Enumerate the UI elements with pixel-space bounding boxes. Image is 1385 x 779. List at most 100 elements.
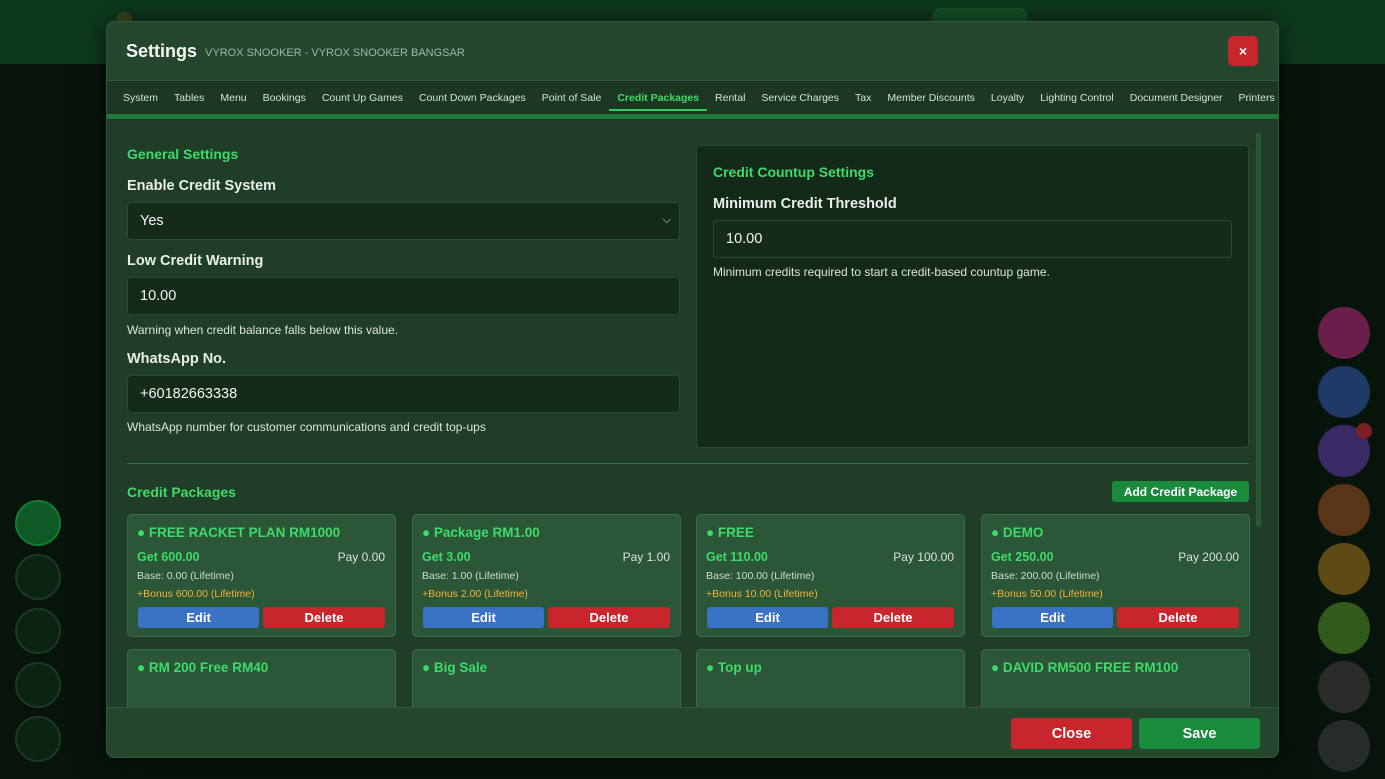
delete-button[interactable]: Delete bbox=[832, 607, 954, 628]
credit-countup-panel: Credit Countup Settings Minimum Credit T… bbox=[696, 145, 1249, 448]
package-card: ● FREE RACKET PLAN RM1000 Get 600.00 Pay… bbox=[127, 514, 396, 637]
package-base: Base: 100.00 (Lifetime) bbox=[706, 570, 815, 582]
tab-count-down-packages[interactable]: Count Down Packages bbox=[411, 81, 534, 114]
tab-system[interactable]: System bbox=[115, 81, 166, 114]
min-credit-help: Minimum credits required to start a cred… bbox=[713, 265, 1050, 279]
min-credit-input[interactable]: 10.00 bbox=[713, 220, 1232, 258]
edit-button[interactable]: Edit bbox=[992, 607, 1113, 628]
credit-packages-title: Credit Packages bbox=[127, 484, 236, 500]
add-credit-package-button[interactable]: Add Credit Package bbox=[1112, 481, 1249, 502]
right-rail-orange-icon[interactable] bbox=[1318, 484, 1370, 536]
right-rail-dark-icon[interactable] bbox=[1318, 720, 1370, 772]
right-rail-yellow-icon[interactable] bbox=[1318, 543, 1370, 595]
package-base: Base: 1.00 (Lifetime) bbox=[422, 570, 519, 582]
package-base: Base: 0.00 (Lifetime) bbox=[137, 570, 234, 582]
package-bonus: +Bonus 50.00 (Lifetime) bbox=[991, 588, 1103, 600]
edit-button[interactable]: Edit bbox=[707, 607, 828, 628]
tab-bookings[interactable]: Bookings bbox=[255, 81, 314, 114]
modal-subtitle: VYROX SNOOKER - VYROX SNOOKER BANGSAR bbox=[205, 46, 465, 59]
package-card: ● Big Sale bbox=[412, 649, 681, 707]
package-name: ● Top up bbox=[706, 660, 762, 675]
low-credit-label: Low Credit Warning bbox=[127, 253, 264, 269]
right-rail-green-icon[interactable] bbox=[1318, 602, 1370, 654]
right-rail-pink-icon[interactable] bbox=[1318, 307, 1370, 359]
package-card: ● RM 200 Free RM40 bbox=[127, 649, 396, 707]
package-base: Base: 200.00 (Lifetime) bbox=[991, 570, 1100, 582]
left-rail-button-4[interactable] bbox=[15, 662, 61, 708]
whatsapp-input[interactable]: +60182663338 bbox=[127, 375, 680, 413]
tab-tax[interactable]: Tax bbox=[847, 81, 879, 114]
left-rail-button-5[interactable] bbox=[15, 716, 61, 762]
tab-rental[interactable]: Rental bbox=[707, 81, 753, 114]
notification-badge bbox=[1356, 423, 1372, 439]
package-name: ● DEMO bbox=[991, 525, 1044, 540]
package-card: ● FREE Get 110.00 Pay 100.00 Base: 100.0… bbox=[696, 514, 965, 637]
whatsapp-value: +60182663338 bbox=[140, 386, 238, 402]
modal-header: Settings VYROX SNOOKER - VYROX SNOOKER B… bbox=[107, 22, 1278, 80]
min-credit-label: Minimum Credit Threshold bbox=[713, 196, 897, 212]
whatsapp-label: WhatsApp No. bbox=[127, 351, 227, 367]
right-rail-gray-icon[interactable] bbox=[1318, 661, 1370, 713]
credit-packages-content: General Settings Enable Credit System Ye… bbox=[107, 119, 1278, 707]
package-card: ● Package RM1.00 Get 3.00 Pay 1.00 Base:… bbox=[412, 514, 681, 637]
package-pay: Pay 1.00 bbox=[622, 550, 670, 564]
package-pay: Pay 200.00 bbox=[1178, 550, 1239, 564]
modal-footer: Close Save bbox=[107, 707, 1278, 757]
tab-menu[interactable]: Menu bbox=[212, 81, 254, 114]
general-settings-title: General Settings bbox=[127, 146, 239, 162]
package-bonus: +Bonus 600.00 (Lifetime) bbox=[137, 588, 255, 600]
package-bonus: +Bonus 10.00 (Lifetime) bbox=[706, 588, 818, 600]
tab-lighting-control[interactable]: Lighting Control bbox=[1032, 81, 1122, 114]
whatsapp-help: WhatsApp number for customer communicati… bbox=[127, 420, 486, 434]
package-get: Get 600.00 bbox=[137, 550, 200, 564]
package-name: ● Package RM1.00 bbox=[422, 525, 540, 540]
package-get: Get 3.00 bbox=[422, 550, 471, 564]
package-name: ● RM 200 Free RM40 bbox=[137, 660, 269, 675]
min-credit-value: 10.00 bbox=[726, 231, 763, 247]
tab-tables[interactable]: Tables bbox=[166, 81, 212, 114]
tab-printers[interactable]: Printers bbox=[1231, 81, 1278, 114]
low-credit-input[interactable]: 10.00 bbox=[127, 277, 680, 315]
low-credit-value: 10.00 bbox=[140, 288, 177, 304]
modal-title: Settings bbox=[126, 40, 198, 61]
package-name: ● DAVID RM500 FREE RM100 bbox=[991, 660, 1179, 675]
package-name: ● Big Sale bbox=[422, 660, 488, 675]
low-credit-help: Warning when credit balance falls below … bbox=[127, 323, 399, 337]
save-button[interactable]: Save bbox=[1139, 718, 1260, 749]
chevron-down-icon: ⌵ bbox=[662, 214, 671, 226]
tab-loyalty[interactable]: Loyalty bbox=[983, 81, 1032, 114]
edit-button[interactable]: Edit bbox=[138, 607, 259, 628]
tab-member-discounts[interactable]: Member Discounts bbox=[879, 81, 983, 114]
package-bonus: +Bonus 2.00 (Lifetime) bbox=[422, 588, 528, 600]
tab-count-up-games[interactable]: Count Up Games bbox=[314, 81, 411, 114]
settings-tabs: System Tables Menu Bookings Count Up Gam… bbox=[107, 80, 1278, 114]
right-rail-blue-icon[interactable] bbox=[1318, 366, 1370, 418]
edit-button[interactable]: Edit bbox=[423, 607, 544, 628]
left-rail-button-2[interactable] bbox=[15, 554, 61, 600]
content-scrollbar[interactable] bbox=[1256, 133, 1261, 527]
tab-service-charges[interactable]: Service Charges bbox=[753, 81, 847, 114]
right-rail-purple-icon[interactable] bbox=[1318, 423, 1372, 477]
package-name: ● FREE RACKET PLAN RM1000 bbox=[137, 525, 341, 540]
close-icon[interactable]: × bbox=[1228, 36, 1258, 66]
delete-button[interactable]: Delete bbox=[1117, 607, 1239, 628]
package-card: ● Top up bbox=[696, 649, 965, 707]
left-rail-button-1[interactable] bbox=[15, 500, 61, 546]
package-get: Get 250.00 bbox=[991, 550, 1054, 564]
close-button[interactable]: Close bbox=[1011, 718, 1132, 749]
countup-settings-title: Credit Countup Settings bbox=[713, 164, 874, 180]
section-divider bbox=[127, 463, 1249, 464]
tab-credit-packages[interactable]: Credit Packages bbox=[609, 81, 707, 114]
enable-credit-label: Enable Credit System bbox=[127, 178, 277, 194]
delete-button[interactable]: Delete bbox=[263, 607, 385, 628]
tab-document-designer[interactable]: Document Designer bbox=[1122, 81, 1231, 114]
package-pay: Pay 0.00 bbox=[337, 550, 385, 564]
tab-point-of-sale[interactable]: Point of Sale bbox=[534, 81, 610, 114]
left-rail-button-3[interactable] bbox=[15, 608, 61, 654]
delete-button[interactable]: Delete bbox=[548, 607, 670, 628]
package-get: Get 110.00 bbox=[706, 550, 768, 564]
package-card: ● DAVID RM500 FREE RM100 bbox=[981, 649, 1250, 707]
package-card: ● DEMO Get 250.00 Pay 200.00 Base: 200.0… bbox=[981, 514, 1250, 637]
settings-modal: Settings VYROX SNOOKER - VYROX SNOOKER B… bbox=[106, 21, 1279, 758]
enable-credit-select[interactable]: Yes ⌵ bbox=[127, 202, 680, 240]
